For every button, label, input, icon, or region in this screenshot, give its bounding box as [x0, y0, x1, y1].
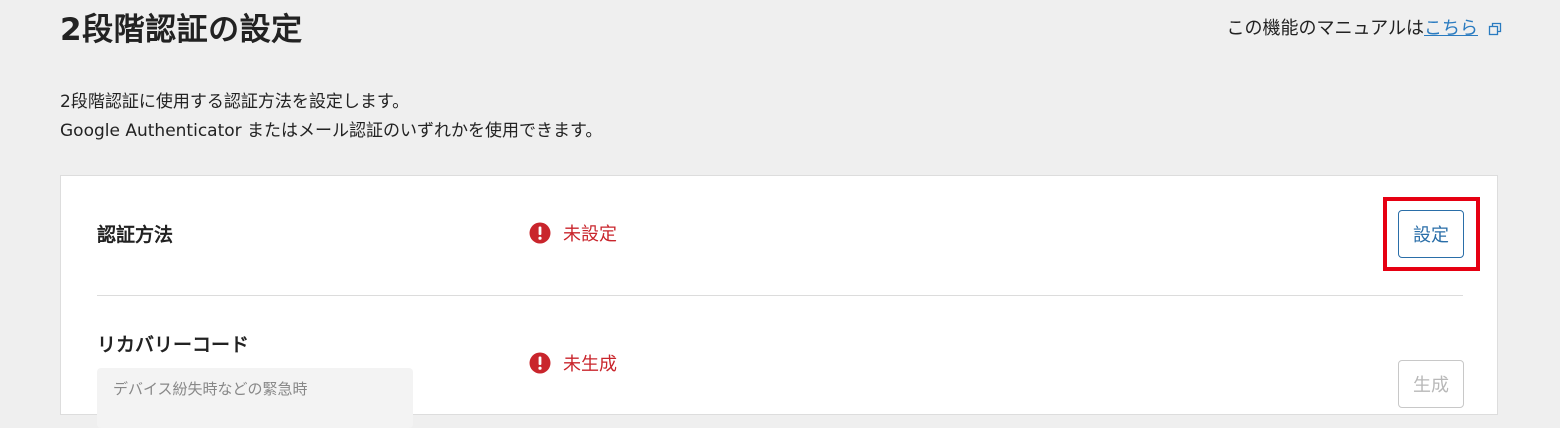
exclamation-circle-icon — [529, 222, 551, 244]
manual-link-area: この機能のマニュアルは こちら — [1227, 14, 1502, 40]
manual-prefix: この機能のマニュアルは — [1226, 18, 1424, 39]
description-line-2: Google Authenticator またはメール認証のいずれかを使用できま… — [60, 121, 603, 141]
page-title: 2段階認証の設定 — [60, 12, 303, 48]
recovery-code-hint: デバイス紛失時などの緊急時 — [97, 368, 413, 428]
auth-method-status: 未設定 — [529, 220, 617, 246]
manual-link[interactable]: こちら — [1424, 14, 1478, 40]
auth-method-label: 認証方法 — [97, 224, 174, 246]
auth-method-set-button[interactable]: 設定 — [1398, 210, 1464, 258]
external-link-icon[interactable] — [1488, 20, 1502, 36]
divider — [97, 295, 1463, 296]
recovery-code-label: リカバリーコード — [97, 334, 250, 356]
description-line-1: 2段階認証に使用する認証方法を設定します。 — [60, 92, 410, 112]
description: 2段階認証に使用する認証方法を設定します。 Google Authenticat… — [60, 88, 602, 146]
settings-card: 認証方法 未設定 設定 リカバリーコード 未生成 デバイス紛失時などの緊急時 生… — [60, 175, 1498, 428]
auth-method-status-text: 未設定 — [563, 224, 617, 245]
recovery-code-status-text: 未生成 — [563, 354, 617, 375]
exclamation-circle-icon — [529, 352, 551, 374]
recovery-code-status: 未生成 — [529, 350, 617, 376]
recovery-code-generate-button[interactable]: 生成 — [1398, 360, 1464, 408]
